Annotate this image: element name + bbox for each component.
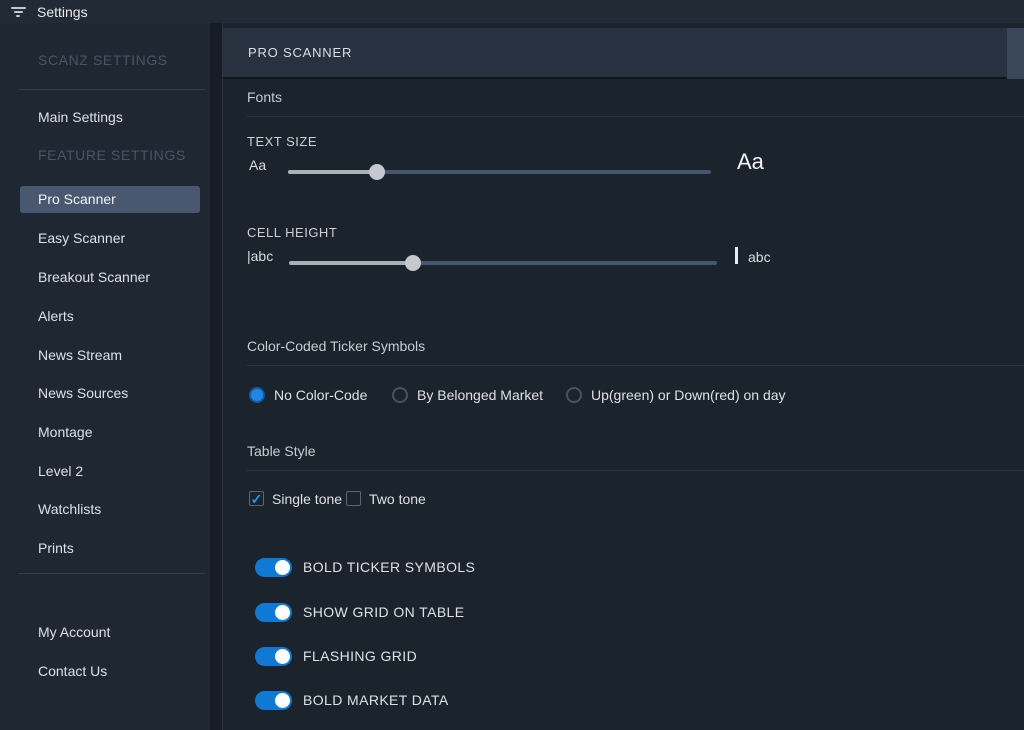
section-divider xyxy=(247,116,1024,117)
radio-label: No Color-Code xyxy=(274,387,367,403)
slider-fill xyxy=(288,170,377,174)
panel-title: PRO SCANNER xyxy=(248,45,352,60)
sidebar-item-prints[interactable]: Prints xyxy=(38,539,74,557)
text-size-min-label: Aa xyxy=(249,157,266,173)
toggle-knob xyxy=(275,693,290,708)
section-title-color-coded: Color-Coded Ticker Symbols xyxy=(247,338,425,354)
toggle-bold-market-data[interactable] xyxy=(255,691,292,710)
checkbox-single-tone[interactable]: ✓ Single tone xyxy=(249,490,342,507)
radio-up-down-on-day[interactable]: Up(green) or Down(red) on day xyxy=(566,386,786,404)
toggle-show-grid-on-table[interactable] xyxy=(255,603,292,622)
radio-no-color-code[interactable]: No Color-Code xyxy=(249,386,367,404)
toggle-label: FLASHING GRID xyxy=(303,648,417,664)
top-bar: Settings xyxy=(0,0,1024,23)
sidebar-item-news-sources[interactable]: News Sources xyxy=(38,384,128,402)
section-divider xyxy=(247,470,1024,471)
sidebar-item-main-settings[interactable]: Main Settings xyxy=(38,108,123,126)
toggle-label: BOLD TICKER SYMBOLS xyxy=(303,559,475,575)
radio-icon[interactable] xyxy=(249,387,265,403)
toggle-flashing-grid[interactable] xyxy=(255,647,292,666)
panel-header: PRO SCANNER xyxy=(223,28,1024,79)
radio-label: By Belonged Market xyxy=(417,387,543,403)
sidebar-header-feature-settings: FEATURE SETTINGS xyxy=(38,147,186,163)
section-title-fonts: Fonts xyxy=(247,89,282,105)
toggle-row-flashing-grid: FLASHING GRID xyxy=(255,646,417,666)
main-panel: PRO SCANNER Fonts TEXT SIZE Aa Aa CELL H… xyxy=(222,23,1024,730)
text-size-label: TEXT SIZE xyxy=(247,134,317,149)
sidebar-item-my-account[interactable]: My Account xyxy=(38,623,110,641)
slider-track[interactable] xyxy=(288,170,711,174)
slider-track[interactable] xyxy=(289,261,717,265)
checkbox-two-tone[interactable]: Two tone xyxy=(346,490,426,507)
filter-icon[interactable] xyxy=(9,7,27,17)
sidebar: SCANZ SETTINGS Main Settings FEATURE SET… xyxy=(0,23,210,730)
sidebar-item-alerts[interactable]: Alerts xyxy=(38,307,74,325)
toggle-row-bold-market-data: BOLD MARKET DATA xyxy=(255,690,449,710)
section-divider xyxy=(247,365,1024,366)
cell-height-min-label: |abc xyxy=(247,248,273,264)
sidebar-header-scanz-settings: SCANZ SETTINGS xyxy=(38,52,168,68)
sidebar-item-news-stream[interactable]: News Stream xyxy=(38,346,122,364)
checkbox-label: Two tone xyxy=(369,491,426,507)
text-size-slider[interactable] xyxy=(288,164,711,180)
toggle-row-bold-ticker-symbols: BOLD TICKER SYMBOLS xyxy=(255,557,475,577)
toggle-knob xyxy=(275,649,290,664)
toggle-label: SHOW GRID ON TABLE xyxy=(303,604,464,620)
radio-label: Up(green) or Down(red) on day xyxy=(591,387,786,403)
settings-window: Settings SCANZ SETTINGS Main Settings FE… xyxy=(0,0,1024,730)
vertical-scrollbar[interactable] xyxy=(1007,28,1024,79)
section-title-table-style: Table Style xyxy=(247,443,315,459)
slider-fill xyxy=(289,261,413,265)
toggle-knob xyxy=(275,605,290,620)
sidebar-item-level-2[interactable]: Level 2 xyxy=(38,462,83,480)
cell-height-slider[interactable] xyxy=(289,255,717,271)
cell-height-max-label: abc xyxy=(748,249,771,265)
window-title: Settings xyxy=(37,4,88,20)
cell-height-max-bar-icon xyxy=(735,247,738,264)
radio-by-belonged-market[interactable]: By Belonged Market xyxy=(392,386,543,404)
toggle-knob xyxy=(275,560,290,575)
radio-icon[interactable] xyxy=(392,387,408,403)
radio-icon[interactable] xyxy=(566,387,582,403)
checkbox-label: Single tone xyxy=(272,491,342,507)
text-size-max-label: Aa xyxy=(737,149,764,175)
sidebar-item-easy-scanner[interactable]: Easy Scanner xyxy=(38,229,125,247)
sidebar-divider xyxy=(18,573,205,574)
checkbox-icon[interactable]: ✓ xyxy=(249,491,264,506)
sidebar-item-contact-us[interactable]: Contact Us xyxy=(38,662,107,680)
slider-thumb[interactable] xyxy=(405,255,421,271)
sidebar-item-watchlists[interactable]: Watchlists xyxy=(38,500,101,518)
toggle-row-show-grid-on-table: SHOW GRID ON TABLE xyxy=(255,602,464,622)
toggle-label: BOLD MARKET DATA xyxy=(303,692,449,708)
cell-height-label: CELL HEIGHT xyxy=(247,225,337,240)
checkbox-icon[interactable] xyxy=(346,491,361,506)
sidebar-item-pro-scanner[interactable]: Pro Scanner xyxy=(20,186,200,213)
sidebar-divider xyxy=(18,89,205,90)
sidebar-item-montage[interactable]: Montage xyxy=(38,423,92,441)
slider-thumb[interactable] xyxy=(369,164,385,180)
toggle-bold-ticker-symbols[interactable] xyxy=(255,558,292,577)
sidebar-item-breakout-scanner[interactable]: Breakout Scanner xyxy=(38,268,150,286)
